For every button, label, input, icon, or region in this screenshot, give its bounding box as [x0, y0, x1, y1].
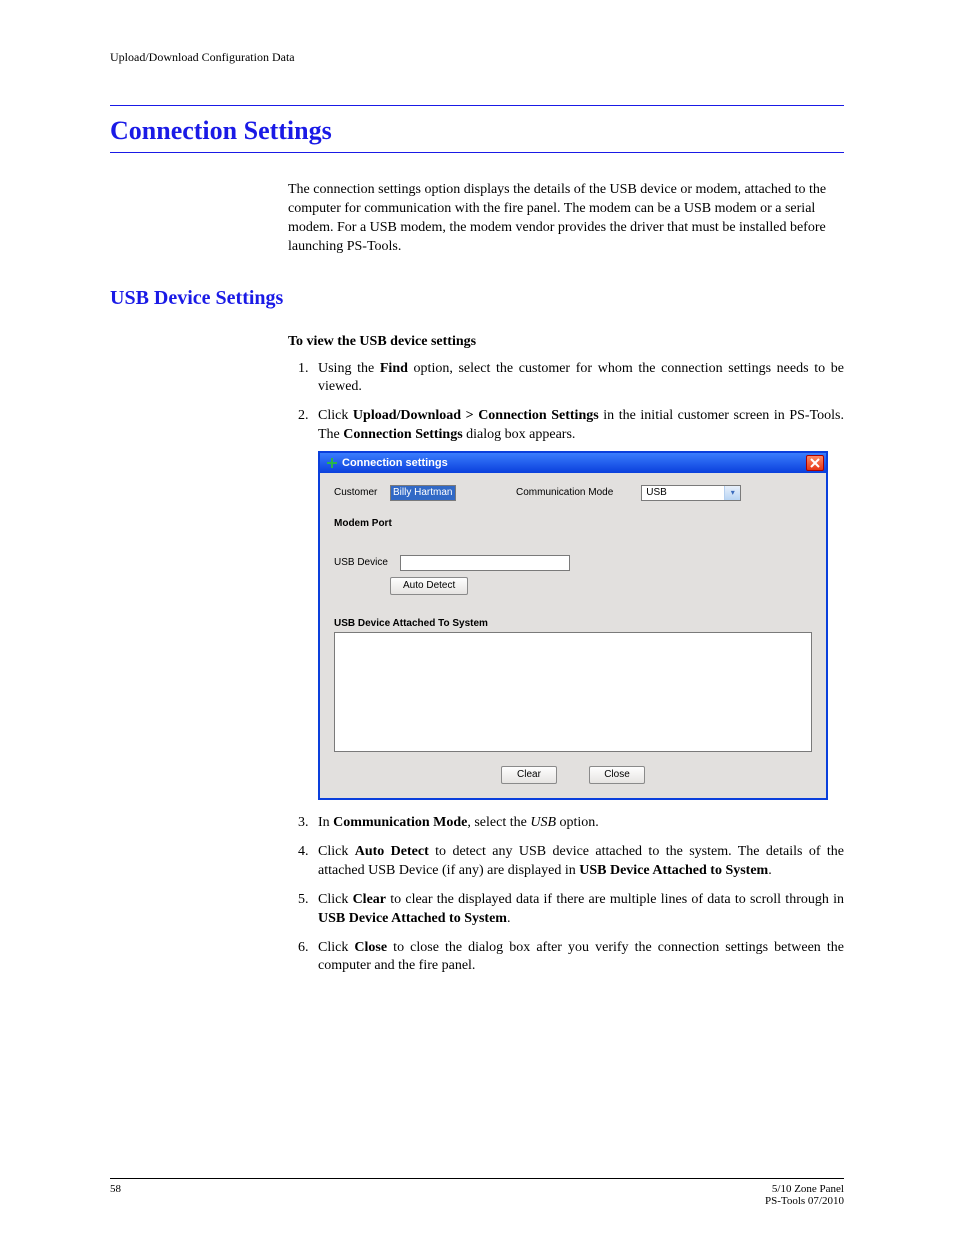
page-footer: 58 5/10 Zone Panel PS-Tools 07/2010	[110, 1178, 844, 1207]
procedure-heading: To view the USB device settings	[288, 334, 844, 350]
step-bold: Communication Mode	[333, 815, 467, 830]
page-number: 58	[110, 1183, 121, 1207]
customer-field[interactable]: Billy Hartman	[390, 485, 456, 501]
step-text: In	[318, 815, 333, 830]
section-rule-top	[110, 105, 844, 106]
comm-mode-select[interactable]: USB ▾	[641, 485, 741, 501]
customer-label: Customer	[334, 486, 380, 500]
step-text: Click	[318, 844, 355, 859]
step-text: option.	[556, 815, 599, 830]
section-title: Connection Settings	[110, 114, 844, 148]
step-text: to clear the displayed data if there are…	[386, 892, 844, 907]
clear-button[interactable]: Clear	[501, 766, 557, 784]
step-5: Click Clear to clear the displayed data …	[312, 891, 844, 929]
footer-product: 5/10 Zone Panel	[772, 1183, 844, 1195]
step-italic: USB	[530, 815, 556, 830]
attached-label: USB Device Attached To System	[334, 617, 812, 631]
step-bold: Upload/Download > Connection Settings	[353, 408, 599, 423]
app-icon	[326, 457, 338, 469]
section-rule-bottom	[110, 152, 844, 153]
step-text: to close the dialog box after you verify…	[318, 940, 844, 974]
step-text: .	[507, 911, 511, 926]
usb-device-field[interactable]	[400, 555, 570, 571]
dialog-title: Connection settings	[342, 456, 448, 471]
steps-list: Using the Find option, select the custom…	[288, 360, 844, 977]
step-4: Click Auto Detect to detect any USB devi…	[312, 843, 844, 881]
step-text: .	[768, 863, 772, 878]
usb-device-label: USB Device	[334, 556, 390, 570]
step-text: Click	[318, 940, 354, 955]
close-icon[interactable]	[806, 455, 824, 471]
step-bold: Close	[354, 940, 387, 955]
step-1: Using the Find option, select the custom…	[312, 360, 844, 398]
subsection-title: USB Device Settings	[110, 287, 844, 310]
close-button[interactable]: Close	[589, 766, 645, 784]
auto-detect-button[interactable]: Auto Detect	[390, 577, 468, 595]
dialog-titlebar: Connection settings	[320, 453, 826, 473]
step-text: Using the	[318, 361, 380, 376]
comm-mode-value: USB	[646, 486, 667, 500]
connection-settings-dialog: Connection settings Customer Billy Hartm…	[318, 451, 828, 800]
running-header: Upload/Download Configuration Data	[110, 50, 844, 65]
step-text: , select the	[467, 815, 530, 830]
step-bold: USB Device Attached to System	[318, 911, 507, 926]
step-6: Click Close to close the dialog box afte…	[312, 939, 844, 977]
step-text: Click	[318, 892, 353, 907]
comm-mode-label: Communication Mode	[516, 486, 613, 500]
modem-port-label: Modem Port	[334, 517, 812, 531]
step-text: Click	[318, 408, 353, 423]
step-3: In Communication Mode, select the USB op…	[312, 814, 844, 833]
footer-date: PS-Tools 07/2010	[765, 1195, 844, 1207]
step-bold: USB Device Attached to System	[579, 863, 768, 878]
intro-paragraph: The connection settings option displays …	[288, 181, 844, 257]
chevron-down-icon: ▾	[724, 486, 740, 500]
step-bold: Clear	[353, 892, 386, 907]
step-bold: Connection Settings	[343, 427, 462, 442]
step-bold: Auto Detect	[355, 844, 429, 859]
step-bold: Find	[380, 361, 408, 376]
step-2: Click Upload/Download > Connection Setti…	[312, 407, 844, 800]
step-text: dialog box appears.	[463, 427, 576, 442]
attached-list[interactable]	[334, 632, 812, 752]
